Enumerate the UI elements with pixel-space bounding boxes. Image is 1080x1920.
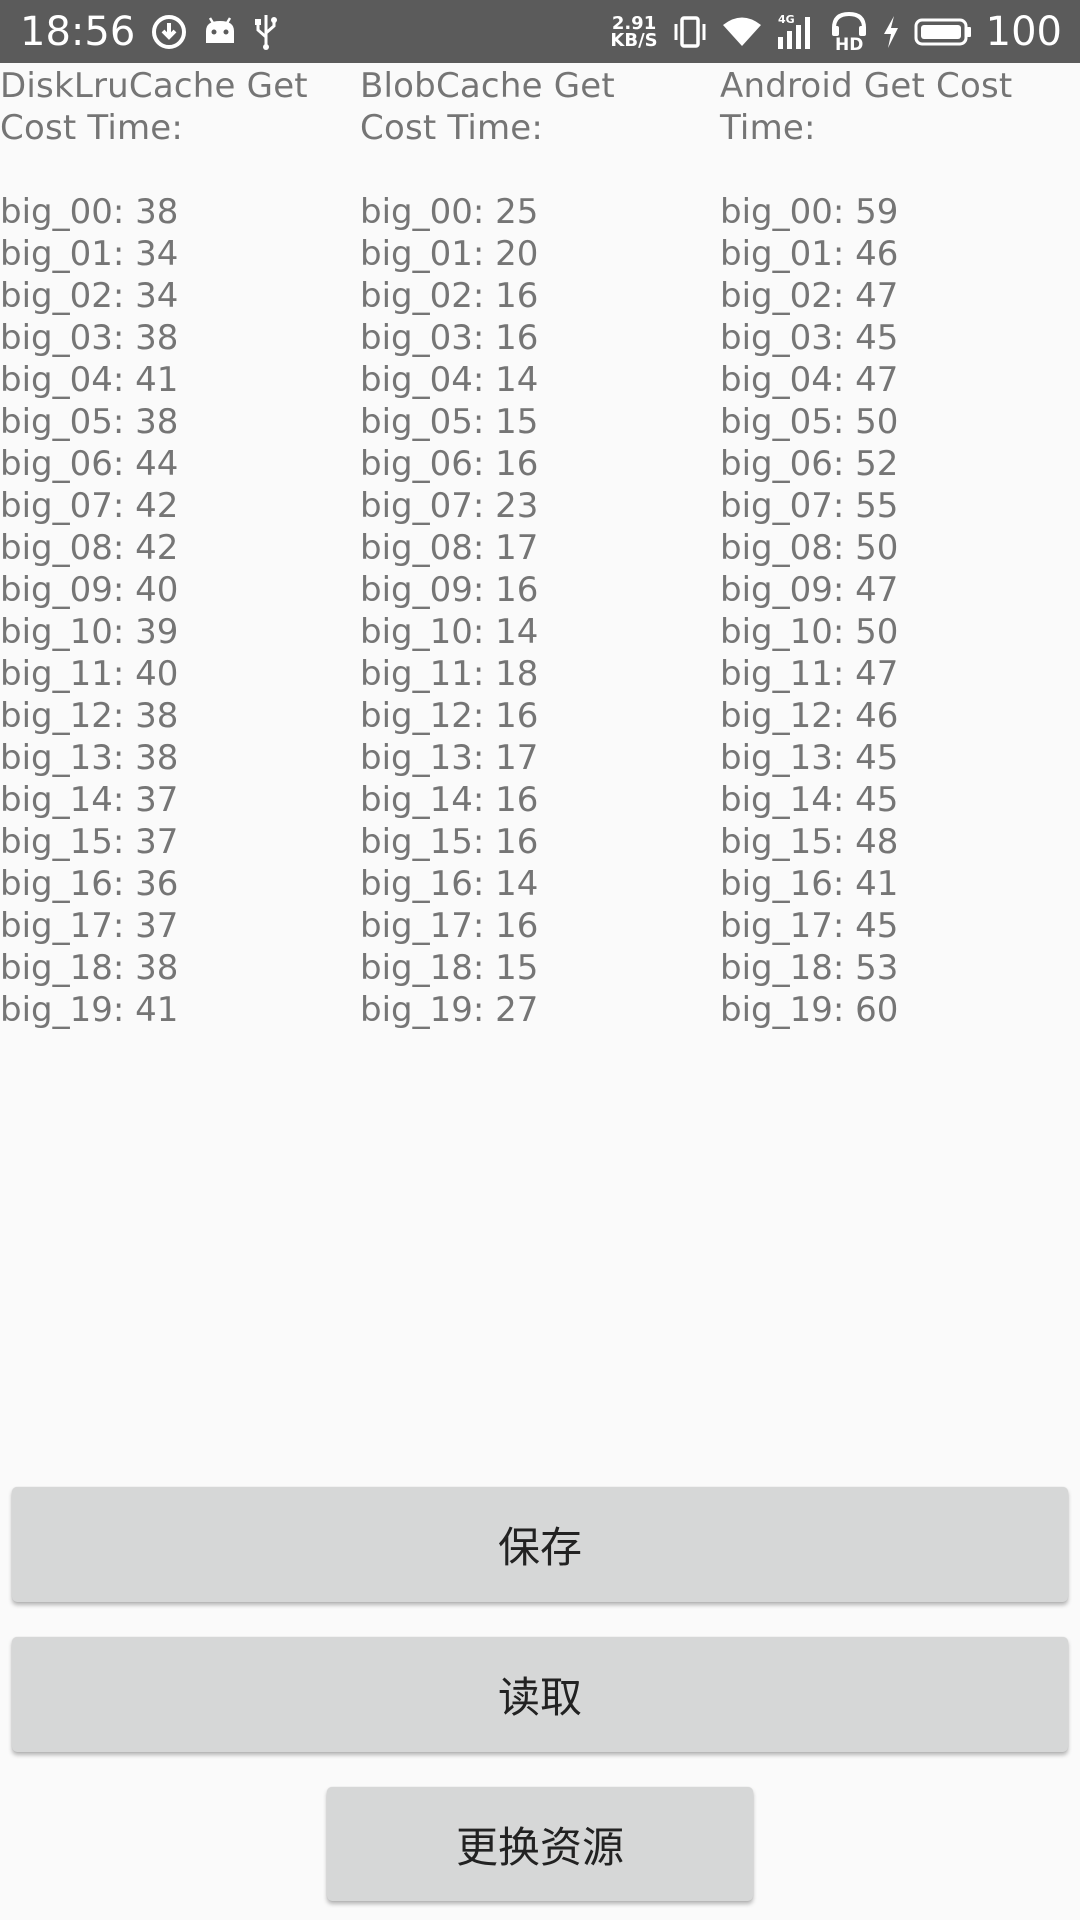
result-line: big_05: 38 [0, 402, 179, 442]
result-line: big_16: 36 [0, 864, 179, 904]
hd-label: HD [835, 35, 863, 52]
status-left: 18:56 [20, 0, 279, 63]
result-line: big_13: 38 [0, 738, 179, 778]
charging-icon [882, 15, 900, 49]
result-line: big_02: 47 [720, 276, 899, 316]
disklrucache-results-list: big_00: 38 big_01: 34 big_02: 34 big_03: 38… [0, 191, 340, 1031]
result-line: big_03: 38 [0, 318, 179, 358]
read-button[interactable]: 读取 [12, 1637, 1068, 1752]
result-line: big_01: 34 [0, 234, 179, 274]
status-right: 2.91 KB/S 4G HD 100 [610, 0, 1062, 63]
result-line: big_14: 16 [360, 780, 539, 820]
result-line: big_07: 23 [360, 486, 539, 526]
result-line: big_12: 38 [0, 696, 179, 736]
result-line: big_03: 45 [720, 318, 899, 358]
net-speed-value: 2.91 [611, 12, 657, 34]
result-line: big_15: 48 [720, 822, 899, 862]
result-line: big_05: 50 [720, 402, 899, 442]
result-line: big_12: 16 [360, 696, 539, 736]
result-line: big_02: 16 [360, 276, 539, 316]
result-line: big_16: 41 [720, 864, 899, 904]
result-line: big_06: 16 [360, 444, 539, 484]
result-line: big_08: 42 [0, 528, 179, 568]
result-line: big_04: 14 [360, 360, 539, 400]
result-line: big_10: 14 [360, 612, 539, 652]
usb-icon [253, 13, 279, 51]
network-type-label: 4G [778, 13, 795, 26]
status-time: 18:56 [20, 8, 136, 55]
results-columns: DiskLruCache Get Cost Time: big_00: 38 bi… [0, 63, 1080, 1043]
result-line: big_17: 37 [0, 906, 179, 946]
result-line: big_01: 20 [360, 234, 539, 274]
result-line: big_02: 34 [0, 276, 179, 316]
result-line: big_08: 50 [720, 528, 899, 568]
result-line: big_00: 59 [720, 192, 899, 232]
result-line: big_06: 44 [0, 444, 179, 484]
result-line: big_05: 15 [360, 402, 539, 442]
result-line: big_13: 45 [720, 738, 899, 778]
result-line: big_17: 16 [360, 906, 539, 946]
result-line: big_11: 40 [0, 654, 179, 694]
battery-level: 100 [985, 8, 1062, 55]
result-line: big_18: 53 [720, 948, 899, 988]
result-line: big_07: 55 [720, 486, 899, 526]
result-line: big_04: 47 [720, 360, 899, 400]
result-line: big_11: 18 [360, 654, 539, 694]
android-column: Android Get Cost Time: big_00: 59 big_01:… [720, 63, 1060, 1031]
result-line: big_13: 17 [360, 738, 539, 778]
result-line: big_09: 40 [0, 570, 179, 610]
result-line: big_09: 47 [720, 570, 899, 610]
battery-icon [914, 17, 972, 47]
result-line: big_15: 16 [360, 822, 539, 862]
download-icon [151, 14, 187, 50]
wifi-icon [722, 16, 762, 48]
result-line: big_19: 27 [360, 990, 539, 1030]
save-button[interactable]: 保存 [12, 1487, 1068, 1602]
result-line: big_15: 37 [0, 822, 179, 862]
result-line: big_19: 41 [0, 990, 179, 1030]
result-line: big_08: 17 [360, 528, 539, 568]
result-line: big_07: 42 [0, 486, 179, 526]
result-line: big_09: 16 [360, 570, 539, 610]
result-line: big_00: 38 [0, 192, 179, 232]
result-line: big_10: 50 [720, 612, 899, 652]
result-line: big_18: 15 [360, 948, 539, 988]
disklrucache-column-header: DiskLruCache Get Cost Time: [0, 66, 308, 148]
result-line: big_01: 46 [720, 234, 899, 274]
android-icon [203, 16, 237, 47]
hd-call-icon: HD [830, 11, 868, 52]
result-line: big_10: 39 [0, 612, 179, 652]
signal-icon: 4G [776, 13, 816, 51]
blobcache-column-header: BlobCache Get Cost Time: [360, 66, 615, 148]
result-line: big_04: 41 [0, 360, 179, 400]
blobcache-results-list: big_00: 25 big_01: 20 big_02: 16 big_03: 16… [360, 191, 700, 1031]
result-line: big_06: 52 [720, 444, 899, 484]
blobcache-column: BlobCache Get Cost Time: big_00: 25 big_0… [360, 63, 700, 1031]
net-speed-unit: KB/S [610, 29, 658, 51]
result-line: big_17: 45 [720, 906, 899, 946]
android-results-list: big_00: 59 big_01: 46 big_02: 47 big_03: 45… [720, 191, 1060, 1031]
result-line: big_19: 60 [720, 990, 899, 1030]
result-line: big_18: 38 [0, 948, 179, 988]
result-line: big_14: 45 [720, 780, 899, 820]
network-speed-indicator: 2.91 KB/S [610, 12, 658, 51]
result-line: big_11: 47 [720, 654, 899, 694]
result-line: big_16: 14 [360, 864, 539, 904]
status-bar: 18:56 2.91 KB/S 4G HD 100 [0, 0, 1080, 63]
android-column-header: Android Get Cost Time: [720, 66, 1013, 148]
result-line: big_14: 37 [0, 780, 179, 820]
disklrucache-column: DiskLruCache Get Cost Time: big_00: 38 bi… [0, 63, 340, 1031]
result-line: big_03: 16 [360, 318, 539, 358]
vibrate-icon [672, 15, 708, 49]
change-resource-button[interactable]: 更换资源 [327, 1787, 753, 1901]
result-line: big_12: 46 [720, 696, 899, 736]
result-line: big_00: 25 [360, 192, 539, 232]
